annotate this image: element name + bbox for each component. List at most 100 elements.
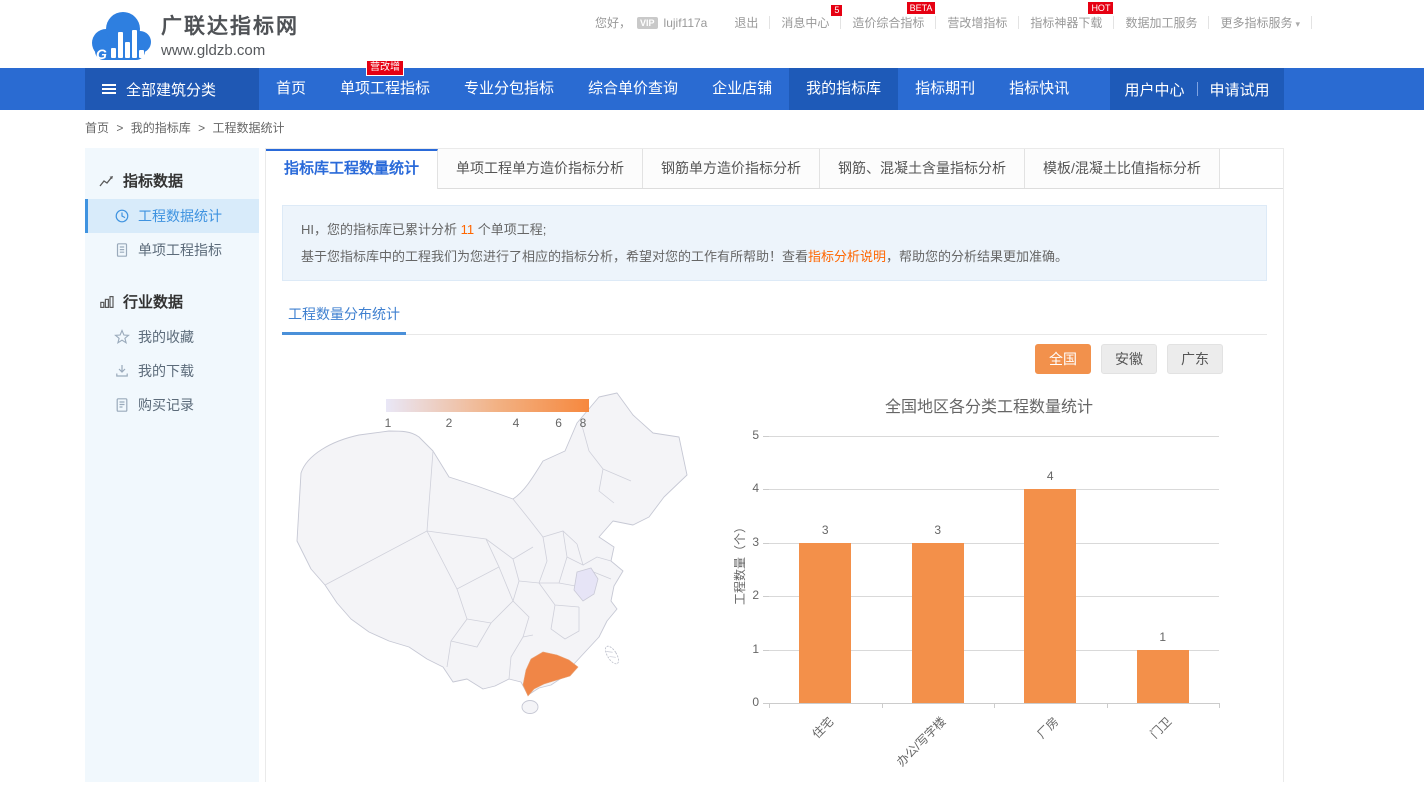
sidebar-item-my-downloads[interactable]: 我的下载 bbox=[85, 354, 259, 388]
charts-area: 12468 全国地区各分类工程数量统计 工程数量（个） 0123453住宅3办公… bbox=[266, 381, 1283, 793]
menu-vat-index[interactable]: 营改增指标 bbox=[936, 14, 1018, 31]
y-tick-label: 5 bbox=[733, 428, 759, 442]
sidebar-item-single-project-index[interactable]: 单项工程指标 bbox=[85, 233, 259, 267]
notice-box: HI，您的指标库已累计分析 11 个单项工程; 基于您指标库中的工程我们为您进行… bbox=[282, 205, 1267, 281]
china-map[interactable] bbox=[281, 389, 701, 719]
sidebar-item-my-favorites[interactable]: 我的收藏 bbox=[85, 320, 259, 354]
nav-right: 用户中心 申请试用 bbox=[1110, 68, 1284, 110]
site-url: www.gldzb.com bbox=[161, 42, 299, 59]
content-panel: 指标库工程数量统计 单项工程单方造价指标分析 钢筋单方造价指标分析 钢筋、混凝土… bbox=[265, 148, 1284, 782]
bar-住宅 bbox=[799, 543, 851, 703]
nav-index-news[interactable]: 指标快讯 bbox=[992, 68, 1086, 110]
top-header: G 广联达指标网 www.gldzb.com 您好， VIP lujif117a… bbox=[0, 0, 1424, 68]
sidebar-item-purchase-records[interactable]: 购买记录 bbox=[85, 388, 259, 422]
nav-single-project-index[interactable]: 营改增 单项工程指标 bbox=[323, 68, 447, 110]
taiwan-island bbox=[603, 644, 621, 666]
menu-more-services[interactable]: 更多指标服务▾ bbox=[1209, 14, 1311, 31]
region-button-anhui[interactable]: 安徽 bbox=[1101, 344, 1157, 374]
divider bbox=[1311, 16, 1312, 29]
nav-my-index-library[interactable]: 我的指标库 bbox=[789, 68, 898, 110]
sidebar-section-industry-data: 行业数据 bbox=[85, 281, 259, 320]
y-tick-label: 1 bbox=[733, 642, 759, 656]
x-category-label: 办公/写字楼 bbox=[893, 713, 950, 770]
nav-enterprise-shop[interactable]: 企业店铺 bbox=[695, 68, 789, 110]
menu-cost-composite-index[interactable]: 造价综合指标 BETA bbox=[841, 14, 935, 31]
x-tick-mark bbox=[882, 703, 883, 708]
nav-index-journal[interactable]: 指标期刊 bbox=[898, 68, 992, 110]
region-row: 全国 安徽 广东 bbox=[266, 335, 1283, 381]
site-name: 广联达指标网 bbox=[161, 10, 299, 40]
menu-message-center[interactable]: 消息中心 5 bbox=[770, 14, 840, 31]
notice-line2: 基于您指标库中的工程我们为您进行了相应的指标分析，希望对您的工作有所帮助！查看指… bbox=[301, 243, 1248, 270]
region-buttons: 全国 安徽 广东 bbox=[1035, 344, 1223, 374]
x-category-label: 厂房 bbox=[1033, 713, 1062, 742]
breadcrumb-separator: > bbox=[116, 121, 123, 135]
y-tick-label: 3 bbox=[733, 535, 759, 549]
x-category-label: 门卫 bbox=[1146, 713, 1175, 742]
nav-items: 首页 营改增 单项工程指标 专业分包指标 综合单价查询 企业店铺 我的指标库 指… bbox=[259, 68, 1086, 110]
bar-value-label: 4 bbox=[1024, 469, 1076, 483]
legend-tick: 1 bbox=[385, 416, 392, 430]
china-outline bbox=[297, 393, 687, 695]
bar-chart: 全国地区各分类工程数量统计 工程数量（个） 0123453住宅3办公/写字楼4厂… bbox=[729, 393, 1249, 793]
y-tick-label: 4 bbox=[733, 481, 759, 495]
star-icon bbox=[114, 329, 130, 345]
tab-rebar-unit-cost-analysis[interactable]: 钢筋单方造价指标分析 bbox=[643, 149, 820, 188]
bar-chart-title: 全国地区各分类工程数量统计 bbox=[729, 393, 1249, 417]
nav-unit-price-query[interactable]: 综合单价查询 bbox=[571, 68, 695, 110]
breadcrumb-home[interactable]: 首页 bbox=[85, 121, 109, 135]
logout-button[interactable]: 退出 bbox=[723, 14, 769, 31]
x-category-label: 住宅 bbox=[808, 713, 837, 742]
user-center-link[interactable]: 用户中心 bbox=[1124, 79, 1184, 100]
breadcrumb-current: 工程数据统计 bbox=[212, 121, 284, 135]
menu-tool-download[interactable]: 指标神器下载 HOT bbox=[1019, 14, 1113, 31]
grid-line bbox=[769, 489, 1219, 490]
region-button-national[interactable]: 全国 bbox=[1035, 344, 1091, 374]
analysis-instructions-link[interactable]: 指标分析说明 bbox=[808, 249, 886, 264]
breadcrumb: 首页 > 我的指标库 > 工程数据统计 bbox=[85, 119, 288, 136]
bar-厂房 bbox=[1024, 489, 1076, 703]
x-tick-mark bbox=[994, 703, 995, 708]
bar-chart-icon bbox=[99, 294, 115, 310]
logo[interactable]: G 广联达指标网 www.gldzb.com bbox=[85, 6, 299, 62]
apply-trial-link[interactable]: 申请试用 bbox=[1210, 79, 1270, 100]
hainan-island bbox=[522, 701, 538, 714]
hamburger-icon bbox=[101, 81, 117, 97]
tab-single-unit-cost-analysis[interactable]: 单项工程单方造价指标分析 bbox=[438, 149, 643, 188]
download-icon bbox=[114, 363, 130, 379]
sidebar: 指标数据 工程数据统计 单项工程指标 bbox=[85, 148, 259, 782]
trend-chart-icon bbox=[99, 173, 115, 189]
legend-tick: 2 bbox=[446, 416, 453, 430]
y-tick-mark bbox=[763, 596, 769, 597]
bar-门卫 bbox=[1137, 650, 1189, 703]
y-tick-label: 2 bbox=[733, 588, 759, 602]
tab-formwork-concrete-ratio-analysis[interactable]: 模板/混凝土比值指标分析 bbox=[1025, 149, 1220, 188]
subtab-distribution-statistics[interactable]: 工程数量分布统计 bbox=[282, 304, 406, 335]
tab-rebar-concrete-content-analysis[interactable]: 钢筋、混凝土含量指标分析 bbox=[820, 149, 1025, 188]
y-tick-mark bbox=[763, 650, 769, 651]
y-tick-mark bbox=[763, 436, 769, 437]
username: lujif117a bbox=[662, 16, 710, 30]
grid-line bbox=[769, 436, 1219, 437]
legend-tick: 8 bbox=[580, 416, 587, 430]
document-icon bbox=[114, 242, 130, 258]
beta-badge: BETA bbox=[907, 2, 936, 14]
nav-subcontract-index[interactable]: 专业分包指标 bbox=[447, 68, 571, 110]
all-building-categories-button[interactable]: 全部建筑分类 bbox=[85, 68, 259, 110]
x-tick-mark bbox=[1219, 703, 1220, 708]
main-nav: 全部建筑分类 首页 营改增 单项工程指标 专业分包指标 综合单价查询 企业店铺 … bbox=[0, 68, 1424, 110]
bar-plot: 工程数量（个） 0123453住宅3办公/写字楼4厂房1门卫 bbox=[769, 436, 1219, 703]
greeting-text: 您好， bbox=[593, 14, 633, 31]
subtab-row: 工程数量分布统计 bbox=[282, 297, 1267, 335]
bar-value-label: 3 bbox=[912, 523, 964, 537]
tab-library-project-count[interactable]: 指标库工程数量统计 bbox=[266, 149, 438, 189]
nav-home[interactable]: 首页 bbox=[259, 68, 323, 110]
menu-data-processing[interactable]: 数据加工服务 bbox=[1114, 14, 1208, 31]
project-count: 11 bbox=[461, 222, 475, 237]
region-button-guangdong[interactable]: 广东 bbox=[1167, 344, 1223, 374]
breadcrumb-library[interactable]: 我的指标库 bbox=[131, 121, 191, 135]
logo-cloud-icon: G bbox=[85, 6, 151, 62]
x-tick-mark bbox=[1107, 703, 1108, 708]
y-tick-label: 0 bbox=[733, 695, 759, 709]
sidebar-item-project-data-statistics[interactable]: 工程数据统计 bbox=[85, 199, 259, 233]
